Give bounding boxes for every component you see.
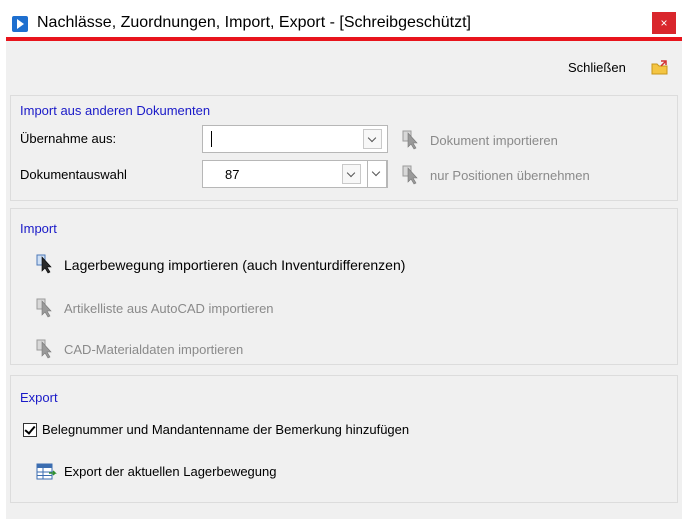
export-table-icon <box>36 463 57 480</box>
import-section: Import Lagerbewegung importieren (auch I… <box>10 208 678 365</box>
import-document-action[interactable]: Dokument importieren <box>430 133 558 148</box>
export-stock-movement-action[interactable]: Export der aktuellen Lagerbewegung <box>64 464 276 479</box>
document-dropdown-button[interactable] <box>342 164 361 184</box>
source-dropdown-button[interactable] <box>363 129 382 149</box>
close-link[interactable]: Schließen <box>568 60 626 75</box>
export-section: Export Belegnummer und Mandantenname der… <box>10 375 678 503</box>
title-bar: Nachlässe, Zuordnungen, Import, Export -… <box>6 7 682 41</box>
import-from-documents-section: Import aus anderen Dokumenten Übernahme … <box>10 95 678 201</box>
document-lookup-button[interactable] <box>367 160 387 188</box>
import-autocad-list-action[interactable]: Artikelliste aus AutoCAD importieren <box>64 301 274 316</box>
append-document-number-label[interactable]: Belegnummer und Mandantenname der Bemerk… <box>42 422 409 437</box>
background-window-strip <box>0 0 682 7</box>
positions-cursor-icon <box>402 165 418 185</box>
source-label: Übernahme aus: <box>20 131 117 146</box>
document-selection-value: 87 <box>225 167 240 182</box>
section-title: Import <box>20 221 57 236</box>
section-title: Import aus anderen Dokumenten <box>20 103 211 118</box>
document-selection-label: Dokumentauswahl <box>20 167 127 182</box>
app-icon <box>12 16 28 32</box>
folder-exit-icon[interactable] <box>651 60 669 75</box>
take-positions-action[interactable]: nur Positionen übernehmen <box>430 168 590 183</box>
window-title: Nachlässe, Zuordnungen, Import, Export -… <box>37 14 471 31</box>
document-selection-combobox[interactable]: 87 <box>202 160 388 188</box>
import-cad-material-action[interactable]: CAD-Materialdaten importieren <box>64 342 243 357</box>
import-stock-movement-action[interactable]: Lagerbewegung importieren (auch Inventur… <box>64 257 405 273</box>
text-caret <box>211 131 212 147</box>
dialog-window: Nachlässe, Zuordnungen, Import, Export -… <box>6 7 682 519</box>
close-window-button[interactable]: × <box>652 12 676 34</box>
import-cursor-icon <box>36 254 52 274</box>
append-document-number-checkbox[interactable] <box>23 423 37 437</box>
section-title: Export <box>20 390 58 405</box>
source-combobox[interactable] <box>202 125 388 153</box>
import-cursor-icon <box>36 298 52 318</box>
import-cursor-icon <box>36 339 52 359</box>
import-cursor-icon <box>402 130 418 150</box>
